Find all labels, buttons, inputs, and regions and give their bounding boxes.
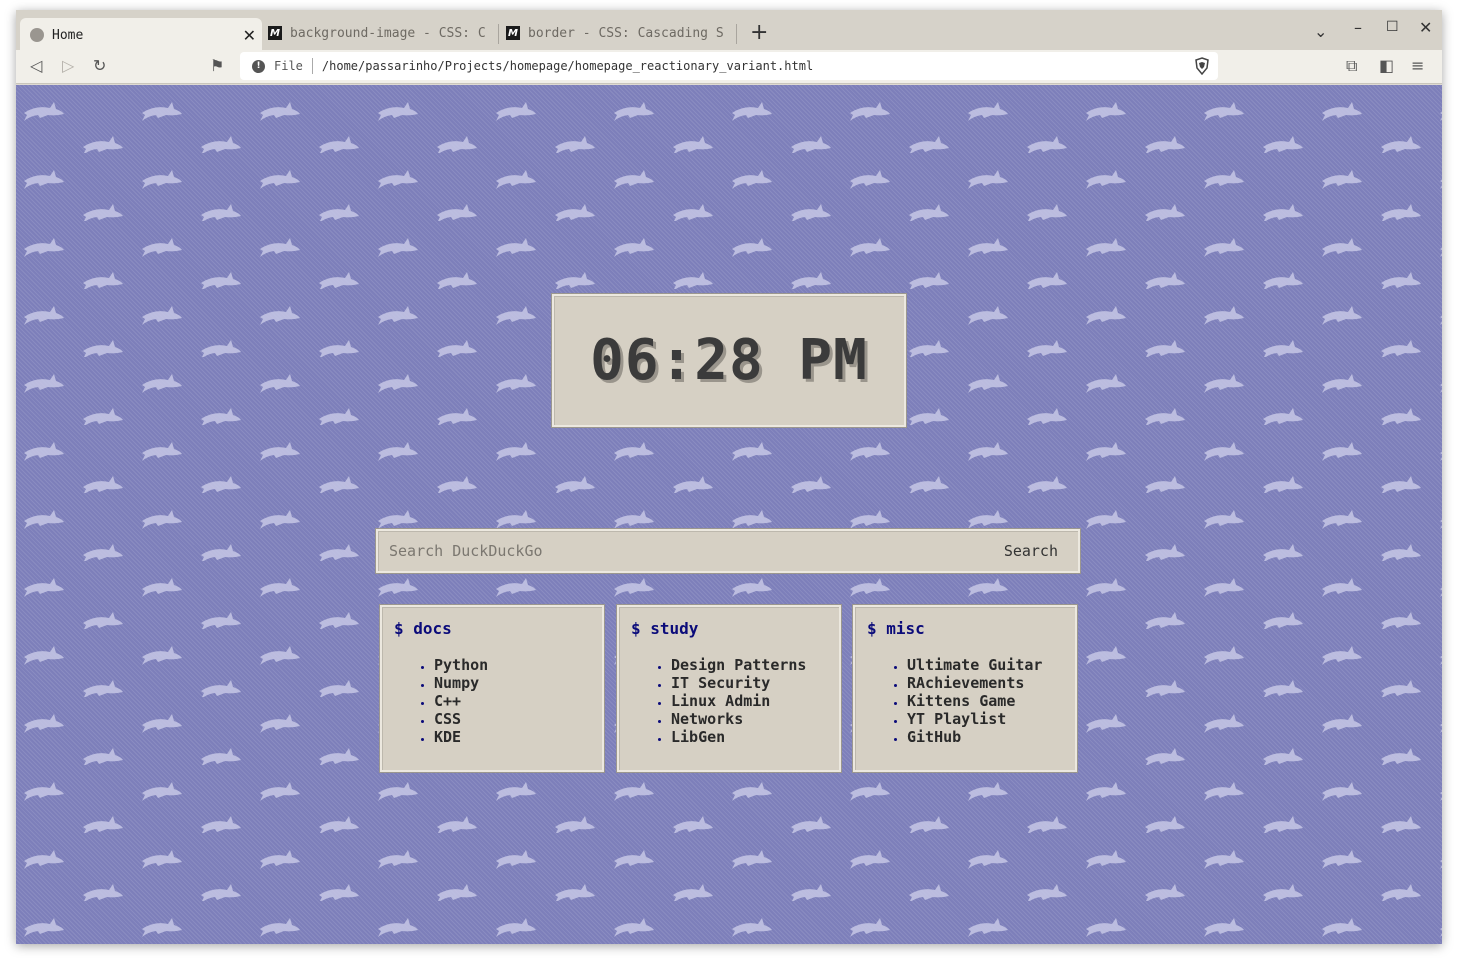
tab-list-chevron-down-icon[interactable]: ⌄ xyxy=(1314,22,1327,41)
menu-icon[interactable]: ≡ xyxy=(1411,56,1424,75)
box-heading: $ misc xyxy=(867,619,925,638)
navigation-toolbar: ◁ ▷ ↻ ⚑ ! File /home/passarinho/Projects… xyxy=(16,50,1442,84)
forward-icon[interactable]: ▷ xyxy=(62,56,74,75)
link-item: CSS xyxy=(434,710,590,728)
link-list: Ultimate Guitar RAchievements Kittens Ga… xyxy=(867,656,1063,746)
link-numpy[interactable]: Numpy xyxy=(434,674,479,692)
new-tab-icon[interactable]: + xyxy=(750,20,768,45)
link-item: Ultimate Guitar xyxy=(907,656,1063,674)
url-scheme: File xyxy=(274,59,303,73)
link-linux-admin[interactable]: Linux Admin xyxy=(671,692,770,710)
box-heading: $ docs xyxy=(394,619,452,638)
box-heading: $ study xyxy=(631,619,699,638)
back-icon[interactable]: ◁ xyxy=(30,56,42,75)
link-item: Python xyxy=(434,656,590,674)
link-item: Networks xyxy=(671,710,827,728)
link-css[interactable]: CSS xyxy=(434,710,461,728)
tab-home[interactable]: Home ✕ xyxy=(20,18,262,52)
address-bar[interactable]: ! File /home/passarinho/Projects/homepag… xyxy=(240,52,1218,80)
link-libgen[interactable]: LibGen xyxy=(671,728,725,746)
link-kde[interactable]: KDE xyxy=(434,728,461,746)
link-list: Design Patterns IT Security Linux Admin … xyxy=(631,656,827,746)
search-input[interactable] xyxy=(378,531,984,571)
brave-shield-icon[interactable] xyxy=(1194,57,1210,75)
link-item: KDE xyxy=(434,728,590,746)
link-item: Kittens Game xyxy=(907,692,1063,710)
shark-pattern-background xyxy=(16,85,1442,944)
sidebar-icon[interactable]: ◧ xyxy=(1379,56,1394,75)
mdn-icon: M xyxy=(506,26,520,40)
mdn-icon: M xyxy=(268,26,282,40)
page-viewport: 06:28 PM Search $ docs Python Numpy C++ … xyxy=(16,85,1442,944)
link-ultimate-guitar[interactable]: Ultimate Guitar xyxy=(907,656,1042,674)
link-github[interactable]: GitHub xyxy=(907,728,961,746)
bookmark-icon[interactable]: ⚑ xyxy=(210,56,224,75)
link-cpp[interactable]: C++ xyxy=(434,692,461,710)
link-box-docs: $ docs Python Numpy C++ CSS KDE xyxy=(379,604,605,773)
tab-strip: Home ✕ M background-image - CSS: C M bor… xyxy=(16,10,1442,54)
tab-title: background-image - CSS: C xyxy=(290,25,486,41)
link-item: YT Playlist xyxy=(907,710,1063,728)
link-item: GitHub xyxy=(907,728,1063,746)
minimize-icon[interactable]: – xyxy=(1354,18,1362,37)
tab-background-image[interactable]: M background-image - CSS: C xyxy=(268,18,492,48)
maximize-icon[interactable]: ☐ xyxy=(1386,19,1399,35)
link-item: IT Security xyxy=(671,674,827,692)
url-text[interactable]: /home/passarinho/Projects/homepage/homep… xyxy=(322,59,813,73)
link-box-study: $ study Design Patterns IT Security Linu… xyxy=(616,604,842,773)
link-item: Linux Admin xyxy=(671,692,827,710)
link-yt-playlist[interactable]: YT Playlist xyxy=(907,710,1006,728)
link-item: C++ xyxy=(434,692,590,710)
url-divider xyxy=(311,58,313,74)
search-form: Search xyxy=(375,528,1081,574)
link-item: RAchievements xyxy=(907,674,1063,692)
clock-time: 06:28 PM xyxy=(590,328,868,393)
tab-border[interactable]: M border - CSS: Cascading S xyxy=(506,18,730,48)
site-info-icon[interactable]: ! xyxy=(252,59,265,73)
close-tab-icon[interactable]: ✕ xyxy=(243,26,256,45)
link-item: LibGen xyxy=(671,728,827,746)
link-box-misc: $ misc Ultimate Guitar RAchievements Kit… xyxy=(852,604,1078,773)
browser-window: Home ✕ M background-image - CSS: C M bor… xyxy=(16,10,1442,944)
link-item: Numpy xyxy=(434,674,590,692)
tab-title: Home xyxy=(52,27,84,43)
link-design-patterns[interactable]: Design Patterns xyxy=(671,656,806,674)
link-kittens-game[interactable]: Kittens Game xyxy=(907,692,1015,710)
reload-icon[interactable]: ↻ xyxy=(93,56,106,75)
link-item: Design Patterns xyxy=(671,656,827,674)
link-it-security[interactable]: IT Security xyxy=(671,674,770,692)
tab-separator xyxy=(498,24,499,44)
link-rachievements[interactable]: RAchievements xyxy=(907,674,1024,692)
clock-panel: 06:28 PM xyxy=(551,293,907,428)
close-window-icon[interactable]: ✕ xyxy=(1419,18,1432,37)
tab-separator xyxy=(736,24,737,44)
link-python[interactable]: Python xyxy=(434,656,488,674)
globe-icon xyxy=(30,28,44,42)
link-list: Python Numpy C++ CSS KDE xyxy=(394,656,590,746)
tab-title: border - CSS: Cascading S xyxy=(528,25,724,41)
extensions-icon[interactable]: ⧉ xyxy=(1346,56,1357,76)
link-networks[interactable]: Networks xyxy=(671,710,743,728)
search-button[interactable]: Search xyxy=(984,531,1078,571)
